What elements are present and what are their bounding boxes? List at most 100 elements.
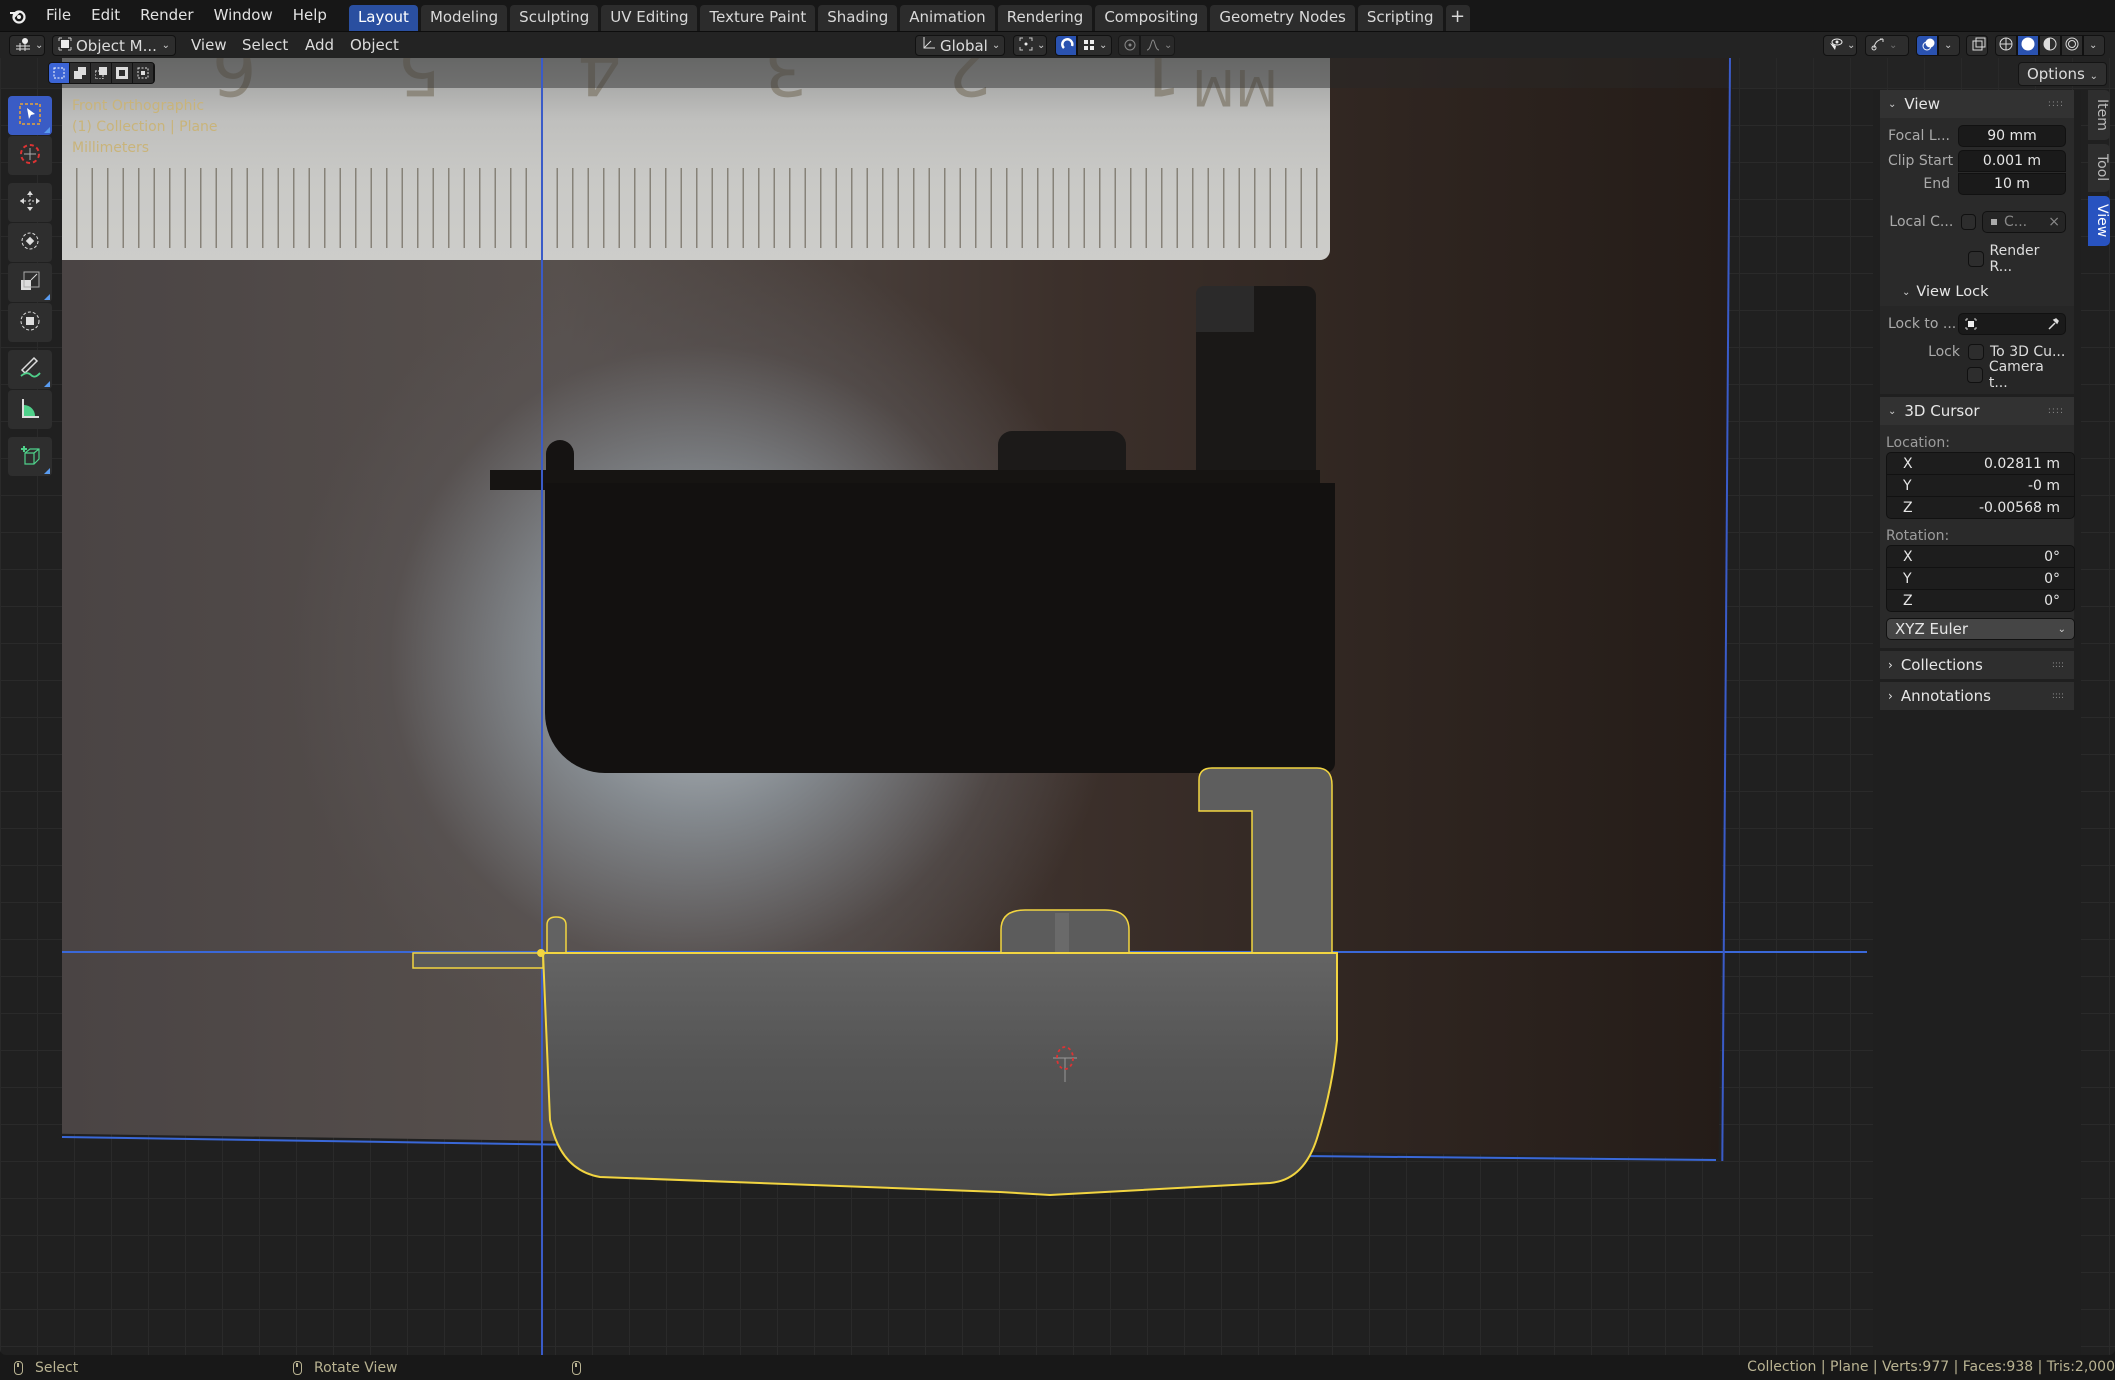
lock-to-3d-cursor-checkbox[interactable] — [1968, 343, 1984, 360]
render-region-checkbox[interactable] — [1967, 250, 1984, 267]
shading-material-button[interactable] — [2039, 35, 2061, 56]
select-mode-extend[interactable] — [70, 63, 91, 83]
collections-panel-header[interactable]: › Collections :::: — [1880, 651, 2074, 679]
sidebar-tab-tool[interactable]: Tool — [2088, 144, 2110, 192]
drag-grip-icon[interactable]: :::: — [2048, 99, 2064, 109]
tab-rendering[interactable]: Rendering — [997, 5, 1093, 31]
local-camera-field[interactable]: C... × — [1982, 210, 2066, 233]
shading-dropdown[interactable]: ⌄ — [2083, 35, 2105, 56]
blender-logo-icon[interactable] — [0, 0, 36, 31]
tab-layout[interactable]: Layout — [348, 5, 418, 31]
menu-help[interactable]: Help — [283, 0, 337, 31]
clip-end-field[interactable]: 10 m — [1958, 172, 2066, 195]
3d-viewport[interactable]: 6 5 4 3 2 1 MM Front Orthographic (1) Co… — [0, 58, 2115, 1355]
select-mode-buttons — [48, 62, 155, 84]
drag-grip-icon[interactable]: :::: — [2052, 691, 2064, 701]
tab-uv-editing[interactable]: UV Editing — [601, 5, 698, 31]
material-sphere-icon — [2043, 37, 2057, 55]
menu-edit[interactable]: Edit — [81, 0, 130, 31]
tab-geometry-nodes[interactable]: Geometry Nodes — [1210, 5, 1355, 31]
snap-toggle[interactable] — [1055, 35, 1077, 56]
chevron-down-icon: ⌄ — [1902, 286, 1911, 298]
tab-animation[interactable]: Animation — [900, 5, 995, 31]
cursor-location-z[interactable]: Z -0.00568 m — [1886, 496, 2075, 519]
proportional-edit-toggle[interactable] — [1118, 35, 1140, 56]
select-mode-intersect[interactable] — [133, 63, 154, 83]
selectability-visibility-dropdown[interactable]: ⌄ — [1823, 35, 1857, 56]
cursor-location-x[interactable]: X 0.02811 m — [1886, 452, 2075, 475]
cursor-rotation-z[interactable]: Z 0° — [1886, 589, 2075, 612]
cursor-rotation-y[interactable]: Y 0° — [1886, 567, 2075, 590]
drag-grip-icon[interactable]: :::: — [2052, 660, 2064, 670]
options-dropdown[interactable]: Options ⌄ — [2017, 62, 2107, 86]
cursor-rotation-x[interactable]: X 0° — [1886, 545, 2075, 568]
tool-add-cube[interactable] — [8, 437, 52, 476]
pivot-point-dropdown[interactable]: ⌄ — [1013, 35, 1047, 56]
tab-compositing[interactable]: Compositing — [1095, 5, 1208, 31]
tab-shading[interactable]: Shading — [818, 5, 898, 31]
focal-length-field[interactable]: 90 mm — [1958, 124, 2066, 147]
tool-select-box[interactable] — [8, 96, 52, 135]
mesh-object[interactable] — [0, 58, 2115, 1355]
camera-to-view-checkbox[interactable] — [1967, 366, 1983, 383]
lock-label: Lock — [1928, 343, 1960, 360]
overlays-toggle[interactable] — [1916, 35, 1938, 56]
add-workspace-button[interactable]: + — [1445, 5, 1470, 31]
tab-texture-paint[interactable]: Texture Paint — [700, 5, 816, 31]
clear-x-icon[interactable]: × — [2048, 212, 2060, 232]
tool-measure[interactable] — [8, 390, 52, 429]
camera-to-view-row: Camera t... — [1888, 359, 2066, 391]
tab-sculpting[interactable]: Sculpting — [510, 5, 599, 31]
object-mode-icon — [58, 37, 72, 55]
chevron-down-icon: ⌄ — [1888, 98, 1897, 110]
tab-modeling[interactable]: Modeling — [420, 5, 508, 31]
transform-orientation-dropdown[interactable]: Global ⌄ — [915, 35, 1005, 56]
mode-selector[interactable]: Object M... ⌄ — [52, 35, 176, 56]
menu-select[interactable]: Select — [242, 32, 288, 59]
sidebar-tab-item[interactable]: Item — [2088, 90, 2110, 140]
tool-scale[interactable] — [8, 263, 52, 302]
annotations-panel-header[interactable]: › Annotations :::: — [1880, 682, 2074, 710]
menu-view[interactable]: View — [191, 32, 227, 59]
view-panel-header[interactable]: ⌄ View :::: — [1880, 90, 2074, 118]
drag-grip-icon[interactable]: :::: — [2048, 406, 2064, 416]
view-lock-header[interactable]: ⌄ View Lock — [1880, 278, 2074, 306]
select-mode-subtract[interactable] — [91, 63, 112, 83]
shading-rendered-button[interactable] — [2061, 35, 2083, 56]
units-label: Millimeters — [72, 140, 150, 156]
tool-transform[interactable] — [8, 303, 52, 342]
falloff-dropdown[interactable]: ⌄ — [1140, 35, 1175, 56]
tool-rotate[interactable] — [8, 223, 52, 262]
local-camera-checkbox[interactable] — [1961, 213, 1976, 230]
tab-scripting[interactable]: Scripting — [1357, 5, 1443, 31]
snap-target-dropdown[interactable]: ⌄ — [1077, 35, 1112, 56]
select-mode-invert[interactable] — [112, 63, 133, 83]
workspace-tabs: Layout Modeling Sculpting UV Editing Tex… — [348, 0, 1470, 31]
sidebar-tab-view[interactable]: View — [2088, 196, 2110, 246]
tool-annotate[interactable] — [8, 350, 52, 389]
menu-add[interactable]: Add — [305, 32, 334, 59]
gizmo-toggle[interactable]: ⌄ — [1865, 35, 1909, 56]
eyedropper-icon[interactable] — [2047, 317, 2059, 330]
xray-toggle[interactable] — [1966, 35, 1988, 56]
menu-render[interactable]: Render — [130, 0, 203, 31]
top-bar: File Edit Render Window Help Layout Mode… — [0, 0, 2115, 31]
mouse-middle-icon — [293, 1360, 302, 1375]
tool-move[interactable] — [8, 183, 52, 222]
overlays-dropdown[interactable]: ⌄ — [1938, 35, 1960, 56]
menu-object[interactable]: Object — [350, 32, 399, 59]
3d-cursor-panel-header[interactable]: ⌄ 3D Cursor :::: — [1880, 397, 2074, 425]
lock-to-object-field[interactable] — [1958, 312, 2066, 335]
menu-file[interactable]: File — [36, 0, 81, 31]
clip-start-field[interactable]: 0.001 m — [1958, 149, 2066, 172]
select-mode-set[interactable] — [49, 63, 70, 83]
shading-solid-button[interactable] — [2017, 35, 2039, 56]
editor-type-button[interactable]: ⌄ — [9, 35, 45, 56]
cursor-location-y[interactable]: Y -0 m — [1886, 474, 2075, 497]
rotation-mode-dropdown[interactable]: XYZ Euler ⌄ — [1886, 618, 2075, 640]
add-cube-icon — [18, 443, 42, 471]
tool-cursor[interactable] — [8, 136, 52, 175]
menu-window[interactable]: Window — [204, 0, 283, 31]
shading-wireframe-button[interactable] — [1995, 35, 2017, 56]
viewport-header: ⌄ Object M... ⌄ View Select Add Object G… — [0, 31, 2115, 58]
